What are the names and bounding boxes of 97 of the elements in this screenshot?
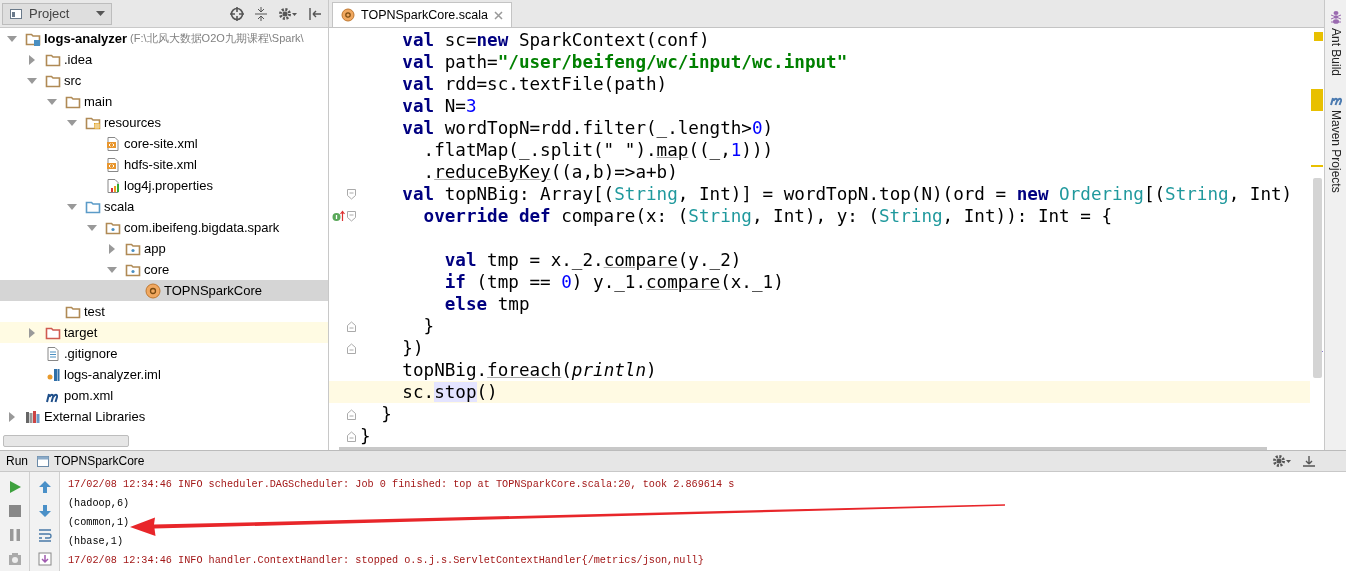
scrollbar[interactable] xyxy=(3,435,129,447)
editor-tab[interactable]: TOPNSparkCore.scala xyxy=(332,2,512,27)
console-line: 17/02/08 12:34:46 INFO scheduler.DAGScheduler: Job 0 finished: top at TOPNSparkCore.scala:20, took 2.869614 s xyxy=(68,478,736,492)
tree-item[interactable]: com.ibeifeng.bigdata.spark xyxy=(0,217,328,238)
caret-down-icon[interactable] xyxy=(7,33,17,44)
play-icon[interactable] xyxy=(7,480,22,494)
panel-icon xyxy=(9,6,23,21)
fold-icon[interactable] xyxy=(347,210,356,222)
caret-down-icon xyxy=(96,10,105,17)
xml-file-icon xyxy=(105,156,121,173)
caret-right-icon[interactable] xyxy=(7,411,17,422)
caret-down-icon[interactable] xyxy=(87,222,97,233)
close-icon[interactable] xyxy=(493,10,503,20)
collapse-icon[interactable] xyxy=(254,6,268,21)
window-icon xyxy=(36,454,50,468)
override-icon xyxy=(332,210,346,222)
target-icon[interactable] xyxy=(230,6,244,21)
code-line: val sc=new SparkContext(conf) xyxy=(402,29,710,51)
tree-item[interactable]: .idea xyxy=(0,49,328,70)
code-line: val topNBig: Array[(String, Int)] = wordTopN.top(N)(ord = new Ordering[(String, Int) xyxy=(402,183,1293,205)
caret-down-icon[interactable] xyxy=(67,201,77,212)
tree-item[interactable]: log4j.properties xyxy=(0,175,328,196)
code-line: }) xyxy=(402,337,424,359)
code-line: topNBig.foreach(println) xyxy=(402,359,657,381)
gear-icon[interactable] xyxy=(278,6,298,21)
caret-down-icon[interactable] xyxy=(67,117,77,128)
module-file-icon xyxy=(45,366,61,383)
project-path: (F:\北风大数据O2O九期课程\Spark\ xyxy=(130,31,304,46)
object-icon xyxy=(145,282,161,299)
caret-right-icon[interactable] xyxy=(27,54,37,65)
camera-icon[interactable] xyxy=(7,552,22,566)
run-config-tab[interactable]: TOPNSparkCore xyxy=(36,454,145,468)
tree-item[interactable]: src xyxy=(0,70,328,91)
fold-icon[interactable] xyxy=(347,342,356,354)
tree-item[interactable]: .gitignore xyxy=(0,343,328,364)
fold-icon[interactable] xyxy=(347,408,356,420)
caret-down-icon[interactable] xyxy=(47,96,57,107)
caret-right-icon[interactable] xyxy=(107,243,117,254)
console-line: (hadoop,6) xyxy=(68,497,131,511)
tree-item[interactable]: main xyxy=(0,91,328,112)
console-line: (hbase,1) xyxy=(68,535,125,549)
arrow-up-icon[interactable] xyxy=(37,480,52,494)
caret-down-icon[interactable] xyxy=(107,264,117,275)
tool-window-button[interactable]: Ant Build xyxy=(1328,10,1343,77)
object-icon xyxy=(341,8,355,22)
code-line: .reduceByKey((a,b)=>a+b) xyxy=(423,161,678,183)
code-line: } xyxy=(381,403,392,425)
stop-icon[interactable] xyxy=(7,504,22,518)
code-line: } xyxy=(423,315,435,337)
scrollbar[interactable] xyxy=(1313,178,1322,378)
ant-icon xyxy=(1329,10,1342,24)
tree-item[interactable]: core xyxy=(0,259,328,280)
tree-item[interactable]: logs-analyzer (F:\北风大数据O2O九期课程\Spark\ xyxy=(0,28,328,49)
properties-file-icon xyxy=(105,177,121,194)
text-file-icon xyxy=(45,345,61,362)
code-line: val tmp = x._2.compare(y._2) xyxy=(444,249,742,271)
code-line: } xyxy=(360,425,371,447)
tool-window-button[interactable]: Maven Projects xyxy=(1328,94,1343,193)
code-line: sc.stop() xyxy=(402,381,498,403)
tree-item[interactable]: logs-analyzer.iml xyxy=(0,364,328,385)
scrollbar[interactable] xyxy=(339,447,1267,450)
gear-icon[interactable] xyxy=(1272,454,1292,468)
scroll-end-icon[interactable] xyxy=(37,552,52,566)
code-line: override def compare(x: (String, Int), y: (String, Int)): Int = { xyxy=(423,205,1113,227)
pause-icon[interactable] xyxy=(7,528,22,542)
caret-down-icon[interactable] xyxy=(27,75,37,86)
fold-icon[interactable] xyxy=(347,430,356,442)
hide-icon[interactable] xyxy=(308,6,322,21)
hide-icon[interactable] xyxy=(1302,454,1316,468)
tree-item[interactable]: test xyxy=(0,301,328,322)
code-line: if (tmp == 0) y._1.compare(x._1) xyxy=(444,271,784,293)
tree-item[interactable]: External Libraries xyxy=(0,406,328,427)
code-line: .flatMap(_.split(" ").map((_,1))) xyxy=(423,139,774,161)
console-line: 17/02/08 12:34:46 INFO handler.ContextHandler: stopped o.s.j.s.ServletContextHandler{/metrics/json,null} xyxy=(68,554,705,568)
xml-file-icon xyxy=(105,135,121,152)
view-selector[interactable]: Project xyxy=(2,2,112,25)
code-line: val rdd=sc.textFile(path) xyxy=(402,73,668,95)
wrap-icon[interactable] xyxy=(37,528,52,542)
fold-icon[interactable] xyxy=(347,188,356,200)
tree-item[interactable]: app xyxy=(0,238,328,259)
tree-item[interactable]: core-site.xml xyxy=(0,133,328,154)
code-line: val N=3 xyxy=(402,95,477,117)
tree-item[interactable]: TOPNSparkCore xyxy=(0,280,328,301)
tree-item[interactable]: resources xyxy=(0,112,328,133)
caret-right-icon[interactable] xyxy=(27,327,37,338)
tree-item[interactable]: scala xyxy=(0,196,328,217)
tree-item[interactable]: target xyxy=(0,322,328,343)
books-icon xyxy=(25,408,41,425)
code-line: val wordTopN=rdd.filter(_.length>0) xyxy=(402,117,774,139)
code-line: val path="/user/beifeng/wc/input/wc.input" xyxy=(402,51,848,73)
tree-item[interactable]: hdfs-site.xml xyxy=(0,154,328,175)
console-line: (common,1) xyxy=(68,516,131,530)
panel-title: Run xyxy=(6,454,28,468)
fold-icon[interactable] xyxy=(347,320,356,332)
code-line: else tmp xyxy=(444,293,530,315)
tree-item[interactable]: pom.xml xyxy=(0,385,328,406)
arrow-down-icon[interactable] xyxy=(37,504,52,518)
